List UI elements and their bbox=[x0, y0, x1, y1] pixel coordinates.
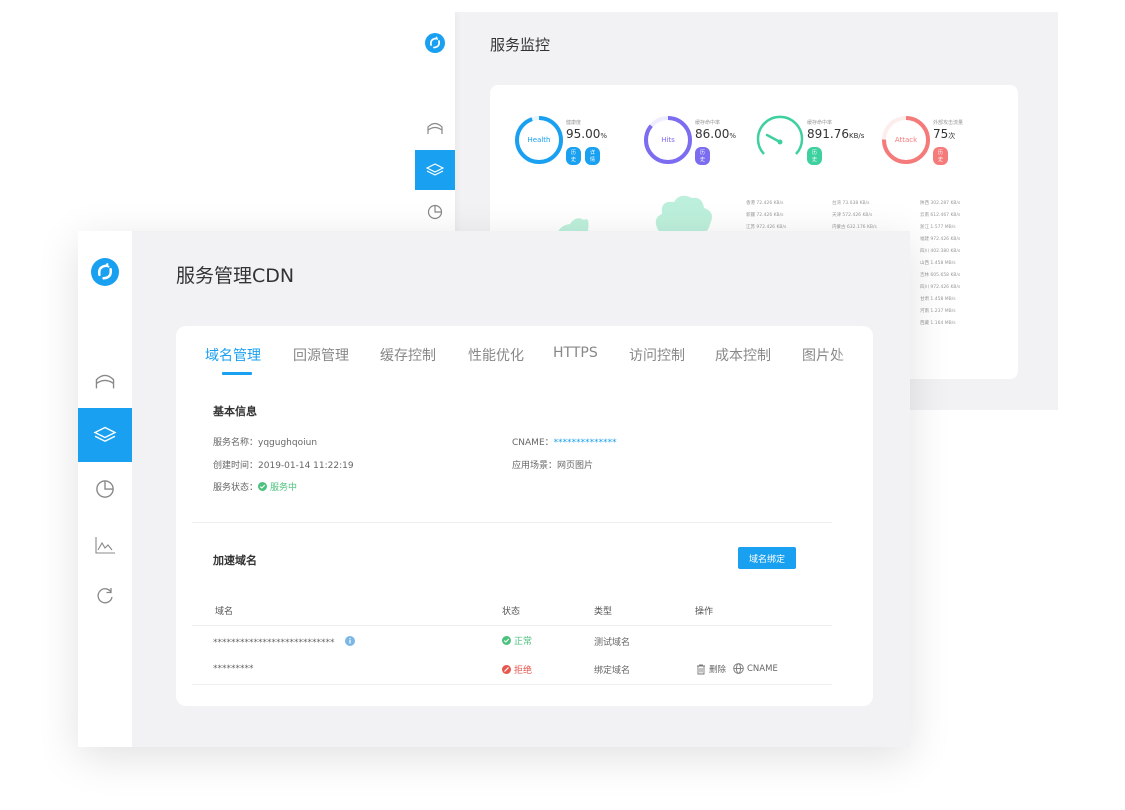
metric-caption: 缓存命中率 bbox=[807, 120, 833, 126]
history-button[interactable]: 历史 bbox=[566, 147, 582, 165]
section-divider bbox=[192, 522, 832, 523]
layers-icon bbox=[426, 162, 444, 178]
ring-label: Health bbox=[527, 136, 551, 144]
check-circle-icon bbox=[258, 482, 268, 491]
delete-button[interactable]: 删除 bbox=[696, 663, 726, 675]
column-header-type: 类型 bbox=[594, 607, 613, 617]
metric-value: 891.76KB/s bbox=[807, 127, 865, 141]
refresh-icon bbox=[95, 586, 115, 606]
metric-caption: 外部攻击流量 bbox=[933, 120, 964, 126]
metric-value: 86.00% bbox=[695, 127, 737, 141]
sidebar-item-trends[interactable] bbox=[78, 518, 132, 572]
cdn-management-window: 服务管理CDN 域名管理 回源管理 缓存控制 性能优化 HTTPS 访问控制 成… bbox=[78, 231, 910, 747]
domain-type: 测试域名 bbox=[594, 638, 631, 648]
logo-icon[interactable] bbox=[91, 258, 119, 286]
domain-name: *************************** bbox=[213, 638, 335, 648]
pie-chart-icon bbox=[95, 479, 115, 499]
ring-label: Hits bbox=[661, 136, 675, 144]
history-button[interactable]: 历史 bbox=[695, 147, 711, 165]
history-button[interactable]: 历史 bbox=[933, 147, 949, 165]
basic-info-title: 基本信息 bbox=[213, 405, 257, 418]
speed-list-col1: 香港 72.426 KB/s 新疆 72.426 KB/s 江苏 972.426… bbox=[746, 201, 787, 230]
sidebar-item-home[interactable] bbox=[78, 354, 132, 408]
forbidden-icon bbox=[502, 665, 511, 674]
sidebar-item-home[interactable] bbox=[415, 108, 455, 148]
domain-name: ********* bbox=[213, 664, 254, 674]
tab-cost-control[interactable]: 成本控制 bbox=[715, 345, 771, 365]
globe-icon bbox=[733, 663, 744, 674]
table-row[interactable]: ********* bbox=[213, 664, 254, 674]
table-row[interactable]: *************************** bbox=[213, 636, 356, 648]
check-circle-icon bbox=[502, 636, 511, 645]
service-name: 服务名称：yqgughqoiun bbox=[213, 438, 318, 448]
ring-label: Attack bbox=[894, 136, 918, 144]
tab-overflow-fade bbox=[833, 336, 873, 376]
column-header-domain: 域名 bbox=[215, 607, 234, 617]
cname-button[interactable]: CNAME bbox=[733, 663, 778, 674]
pie-chart-icon bbox=[427, 204, 443, 220]
home-icon bbox=[426, 121, 444, 135]
cdn-sidebar bbox=[78, 231, 132, 747]
sidebar-item-layers[interactable] bbox=[78, 408, 132, 462]
tab-origin-management[interactable]: 回源管理 bbox=[293, 345, 349, 365]
metric-caption: 健康度 bbox=[566, 120, 582, 126]
application-scene: 应用场景：网页图片 bbox=[512, 461, 594, 471]
trash-icon bbox=[696, 664, 706, 675]
accelerated-domains-title: 加速域名 bbox=[213, 554, 257, 567]
table-divider bbox=[192, 684, 832, 685]
metric-caption: 缓存命中率 bbox=[695, 120, 721, 126]
status-badge: 拒绝 bbox=[502, 663, 532, 676]
status-badge: 正常 bbox=[502, 634, 532, 647]
tab-bar: 域名管理 回源管理 缓存控制 性能优化 HTTPS 访问控制 成本控制 图片处 bbox=[176, 326, 873, 376]
speed-list-col2: 台湾 73.038 KB/s 天津 572.426 KB/s 内蒙古 632.1… bbox=[832, 201, 877, 230]
metric-value: 95.00% bbox=[566, 127, 608, 141]
detail-button[interactable]: 详情 bbox=[585, 147, 601, 165]
layers-icon bbox=[93, 425, 117, 445]
cname: CNAME：************** bbox=[512, 438, 617, 448]
tab-cache-control[interactable]: 缓存控制 bbox=[380, 345, 436, 365]
domain-management-card: 域名管理 回源管理 缓存控制 性能优化 HTTPS 访问控制 成本控制 图片处 … bbox=[176, 326, 873, 706]
speed-gauge-icon bbox=[756, 115, 804, 155]
sidebar-item-stats[interactable] bbox=[78, 462, 132, 516]
line-chart-icon bbox=[94, 536, 116, 554]
info-icon[interactable] bbox=[345, 636, 356, 646]
page-title: 服务监控 bbox=[490, 36, 551, 54]
sidebar-item-refresh[interactable] bbox=[78, 569, 132, 623]
domain-type: 绑定域名 bbox=[594, 666, 631, 676]
created-time: 创建时间：2019-01-14 11:22:19 bbox=[213, 461, 354, 471]
tab-domain-management[interactable]: 域名管理 bbox=[205, 345, 261, 365]
sidebar-item-layers[interactable] bbox=[415, 150, 455, 190]
column-header-actions: 操作 bbox=[695, 607, 714, 617]
home-icon bbox=[94, 372, 116, 390]
bind-domain-button[interactable]: 域名绑定 bbox=[738, 547, 796, 569]
service-status: 服务状态： 服务中 bbox=[213, 482, 298, 493]
logo-icon[interactable] bbox=[425, 33, 445, 53]
tab-performance[interactable]: 性能优化 bbox=[468, 345, 524, 365]
tab-https[interactable]: HTTPS bbox=[553, 345, 598, 361]
page-title: 服务管理CDN bbox=[176, 265, 295, 287]
sidebar-item-stats[interactable] bbox=[415, 192, 455, 232]
history-button[interactable]: 历史 bbox=[807, 147, 823, 165]
active-tab-indicator bbox=[222, 372, 252, 375]
tab-access-control[interactable]: 访问控制 bbox=[629, 345, 685, 365]
table-divider bbox=[192, 625, 832, 626]
column-header-status: 状态 bbox=[502, 607, 521, 617]
metric-value: 75次 bbox=[933, 127, 956, 141]
speed-list-col3: 陕西 302.287 KB/s 云南 612.467 KB/s 浙江 1.577… bbox=[920, 201, 961, 326]
